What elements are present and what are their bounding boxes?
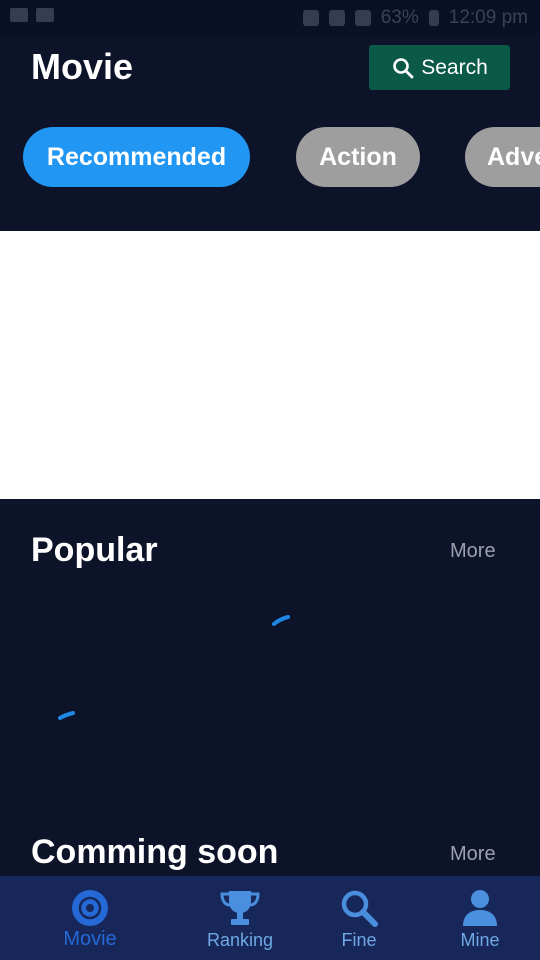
coming-soon-more-link[interactable]: More bbox=[450, 843, 496, 866]
category-chips: Recommended Action Adve bbox=[0, 127, 540, 187]
disc-icon bbox=[72, 890, 108, 926]
loading-spinner-icon bbox=[272, 615, 290, 626]
nav-item-ranking[interactable]: Ranking bbox=[195, 876, 285, 960]
header: Movie Search Recommended Action Adve bbox=[0, 36, 540, 231]
search-button[interactable]: Search bbox=[369, 45, 510, 90]
nav-item-movie[interactable]: Movie bbox=[50, 876, 130, 960]
chip-action[interactable]: Action bbox=[296, 127, 420, 187]
battery-percent: 63% bbox=[380, 7, 419, 28]
popular-loading-spinner-icon bbox=[58, 711, 75, 720]
battery-icon bbox=[428, 10, 439, 26]
status-time: 12:09 pm bbox=[448, 7, 528, 28]
status-bar: 63% 12:09 pm bbox=[0, 0, 540, 36]
bottom-nav: Movie Ranking Fine Mine bbox=[0, 876, 540, 960]
nav-label-fine: Fine bbox=[341, 930, 377, 950]
nav-item-fine[interactable]: Fine bbox=[329, 876, 389, 960]
popular-more-link[interactable]: More bbox=[450, 540, 496, 563]
search-icon bbox=[341, 890, 378, 927]
status-notifications bbox=[10, 8, 54, 22]
chip-adventure[interactable]: Adve bbox=[465, 127, 540, 187]
page-title: Movie bbox=[31, 46, 134, 87]
status-indicators: 63% 12:09 pm bbox=[302, 7, 528, 29]
search-button-label: Search bbox=[421, 55, 488, 79]
nav-item-mine[interactable]: Mine bbox=[450, 876, 510, 960]
app-notification-icon bbox=[36, 8, 54, 22]
coming-soon-section-title: Comming soon bbox=[31, 833, 279, 871]
nav-label-mine: Mine bbox=[460, 930, 500, 950]
image-notification-icon bbox=[10, 8, 28, 22]
mute-icon bbox=[302, 10, 319, 26]
wifi-icon bbox=[328, 10, 345, 26]
chip-recommended[interactable]: Recommended bbox=[23, 127, 250, 187]
signal-icon bbox=[354, 10, 371, 26]
featured-banner[interactable] bbox=[0, 231, 540, 626]
popular-section-title: Popular bbox=[31, 531, 158, 569]
nav-label-movie: Movie bbox=[63, 928, 117, 950]
trophy-icon bbox=[220, 891, 260, 925]
search-icon bbox=[393, 57, 414, 78]
person-icon bbox=[463, 890, 497, 926]
nav-label-ranking: Ranking bbox=[206, 930, 274, 950]
